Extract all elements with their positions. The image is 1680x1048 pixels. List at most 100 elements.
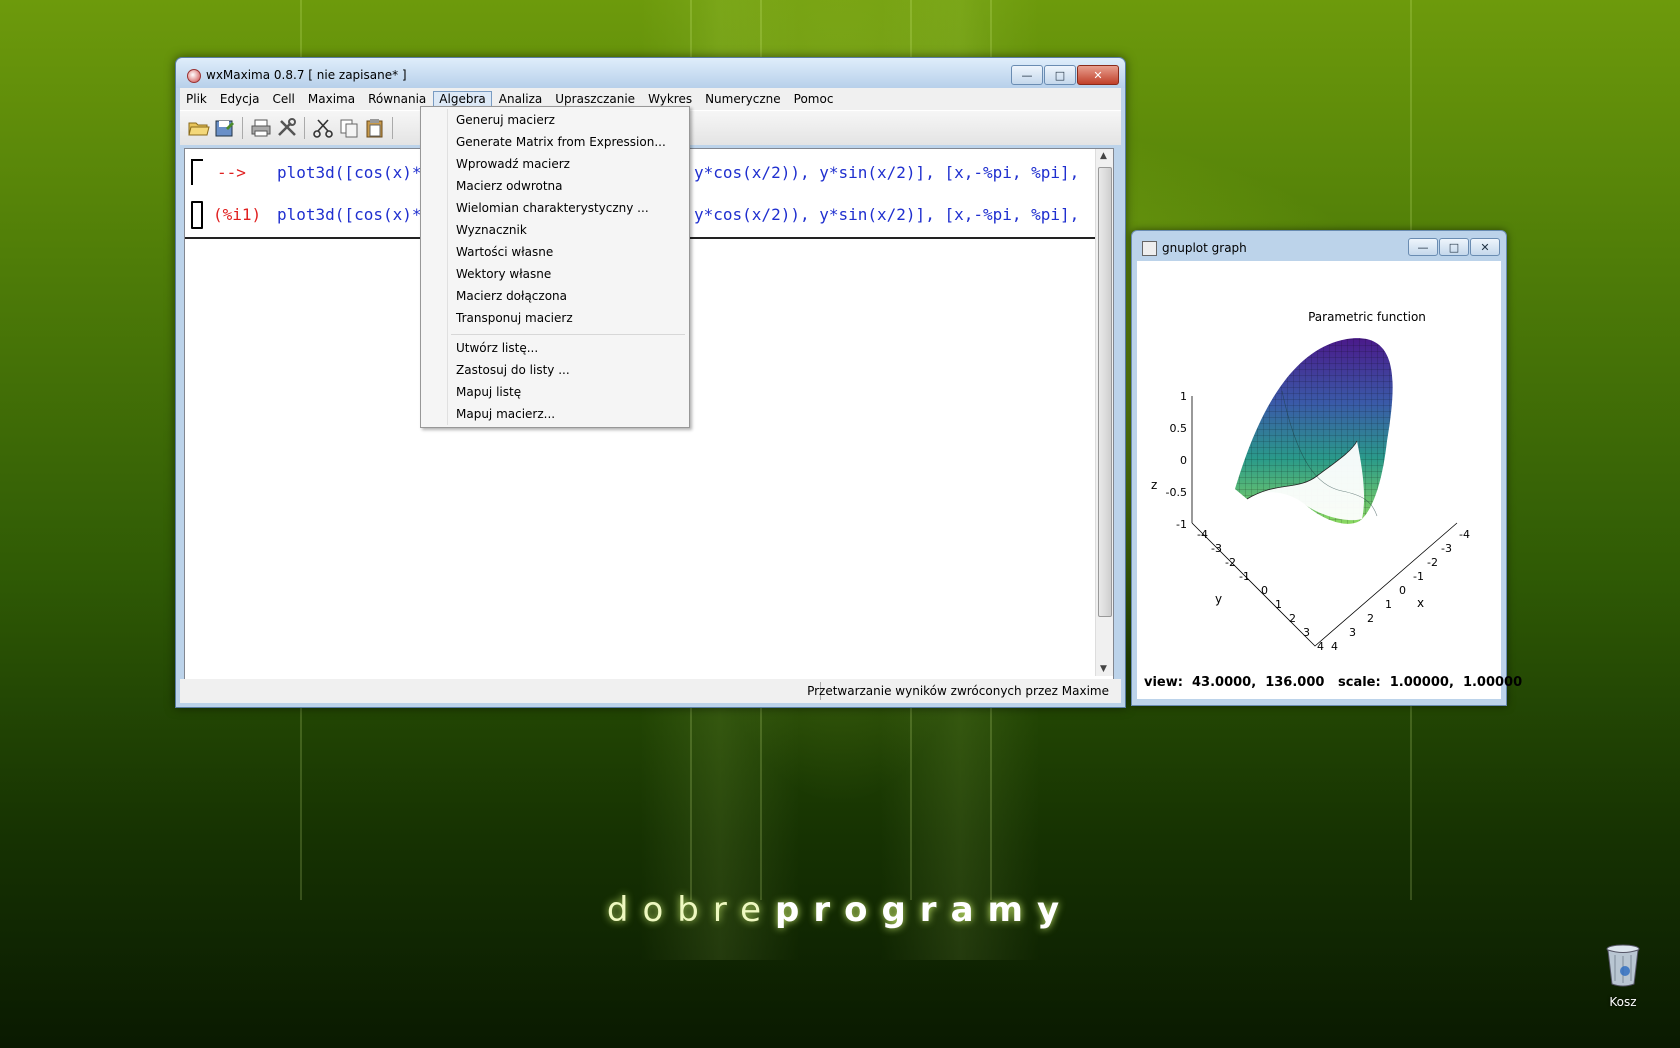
y-axis-label: y — [1215, 592, 1222, 606]
brand-logo: dobreprogramy — [0, 890, 1680, 930]
toolbar-separator — [392, 117, 393, 139]
cell-prompt: --> — [217, 163, 246, 182]
x-tick-label: -2 — [1427, 556, 1438, 569]
menu-item-wprowadz-macierz[interactable]: Wprowadź macierz — [456, 157, 570, 171]
cut-icon[interactable] — [312, 118, 334, 138]
y-tick-label: 2 — [1289, 612, 1296, 625]
gnuplot-maximize-button[interactable]: □ — [1439, 238, 1469, 256]
gnuplot-close-button[interactable]: ✕ — [1470, 238, 1500, 256]
menu-rownania[interactable]: Równania — [362, 91, 432, 107]
recycle-bin-label: Kosz — [1609, 995, 1637, 1009]
print-icon[interactable] — [250, 118, 272, 138]
axis-base — [1191, 522, 1458, 647]
x-tick-label: 3 — [1349, 626, 1356, 639]
menu-item-wyznacznik[interactable]: Wyznacznik — [456, 223, 527, 237]
chart-title: Parametric function — [1308, 310, 1426, 324]
x-tick-label: -1 — [1413, 570, 1424, 583]
window-title: wxMaxima 0.8.7 [ nie zapisane* ] — [206, 68, 407, 82]
menu-item-zastosuj-do-listy[interactable]: Zastosuj do listy ... — [456, 363, 570, 377]
menu-separator — [451, 334, 685, 335]
y-tick-label: 4 — [1317, 640, 1324, 653]
menu-edycja[interactable]: Edycja — [214, 91, 266, 107]
scroll-down-icon[interactable]: ▼ — [1100, 664, 1107, 674]
cell-code[interactable]: plot3d([cos(x)* — [277, 205, 422, 224]
menu-item-utworz-liste[interactable]: Utwórz listę... — [456, 341, 538, 355]
maximize-button[interactable]: □ — [1044, 65, 1076, 85]
z-axis-label: z — [1151, 478, 1157, 492]
cell-prompt: (%i1) — [213, 205, 262, 224]
vertical-scrollbar[interactable]: ▲ ▼ — [1095, 149, 1113, 676]
menu-upraszczanie[interactable]: Upraszczanie — [549, 91, 641, 107]
y-tick-label: -1 — [1239, 570, 1250, 583]
x-tick-label: -4 — [1459, 528, 1470, 541]
menu-algebra[interactable]: Algebra — [433, 91, 492, 107]
gnuplot-view-info: view: 43.0000, 136.000 scale: 1.00000, 1… — [1144, 675, 1523, 690]
menu-plik[interactable]: Plik — [180, 91, 213, 107]
paste-icon[interactable] — [364, 118, 386, 138]
toolbar-separator — [242, 117, 243, 139]
menu-item-macierz-odwrotna[interactable]: Macierz odwrotna — [456, 179, 563, 193]
minimize-button[interactable]: — — [1011, 65, 1043, 85]
z-tick-label: -0.5 — [1166, 486, 1187, 499]
wxmaxima-icon — [187, 69, 201, 83]
close-button[interactable]: ✕ — [1077, 65, 1119, 85]
menu-item-wartosci-wlasne[interactable]: Wartości własne — [456, 245, 553, 259]
gnuplot-icon — [1142, 241, 1157, 256]
status-text: Przetwarzanie wyników zwróconych przez M… — [807, 684, 1109, 698]
cell-code-continued[interactable]: y*cos(x/2)), y*sin(x/2)], [x,-%pi, %pi], — [694, 205, 1079, 224]
vertical-scroll-thumb[interactable] — [1098, 167, 1112, 617]
copy-icon[interactable] — [338, 118, 360, 138]
x-tick-label: 1 — [1385, 598, 1392, 611]
y-tick-label: -4 — [1197, 528, 1208, 541]
x-tick-label: 0 — [1399, 584, 1406, 597]
y-tick-label: 0 — [1261, 584, 1268, 597]
menu-maxima[interactable]: Maxima — [302, 91, 361, 107]
brand-light: dobre — [606, 890, 775, 930]
brand-bold: programy — [775, 890, 1074, 930]
recycle-bin-icon[interactable] — [1605, 943, 1641, 987]
z-tick-label: 0 — [1180, 454, 1187, 467]
settings-icon[interactable] — [276, 118, 298, 138]
y-tick-label: -3 — [1211, 542, 1222, 555]
menu-analiza[interactable]: Analiza — [493, 91, 549, 107]
menu-wykres[interactable]: Wykres — [642, 91, 698, 107]
cell-code-continued[interactable]: y*cos(x/2)), y*sin(x/2)], [x,-%pi, %pi], — [694, 163, 1079, 182]
menu-numeryczne[interactable]: Numeryczne — [699, 91, 787, 107]
x-tick-label: 4 — [1331, 640, 1338, 653]
gnuplot-window: gnuplot graph — □ ✕ Parametric function — [1131, 230, 1522, 706]
status-bar: Przetwarzanie wyników zwróconych przez M… — [180, 679, 1121, 703]
title-bar[interactable]: wxMaxima 0.8.7 [ nie zapisane* ] — □ ✕ — [176, 58, 1125, 88]
menu-item-generate-matrix-from-expression[interactable]: Generate Matrix from Expression... — [456, 135, 666, 149]
mobius-plot: Parametric function 1 0.5 0 -0.5 -1 z -4… — [1151, 310, 1470, 653]
y-tick-label: 3 — [1303, 626, 1310, 639]
x-axis-label: x — [1417, 596, 1424, 610]
mobius-surface — [1235, 338, 1393, 524]
menu-cell[interactable]: Cell — [266, 91, 300, 107]
gnuplot-minimize-button[interactable]: — — [1408, 238, 1438, 256]
cell-code[interactable]: plot3d([cos(x)* — [277, 163, 422, 182]
z-tick-label: 1 — [1180, 390, 1187, 403]
menu-item-mapuj-liste[interactable]: Mapuj listę — [456, 385, 521, 399]
scroll-up-icon[interactable]: ▲ — [1100, 151, 1107, 161]
x-tick-label: -3 — [1441, 542, 1452, 555]
z-tick-label: -1 — [1176, 518, 1187, 531]
menu-pomoc[interactable]: Pomoc — [788, 91, 840, 107]
toolbar-separator — [304, 117, 305, 139]
open-icon[interactable] — [188, 118, 210, 138]
menu-item-macierz-dolaczona[interactable]: Macierz dołączona — [456, 289, 567, 303]
gnuplot-canvas[interactable]: Parametric function 1 0.5 0 -0.5 -1 z -4… — [1137, 261, 1522, 699]
menu-item-mapuj-macierz[interactable]: Mapuj macierz... — [456, 407, 555, 421]
algebra-menu-dropdown: Generuj macierz Generate Matrix from Exp… — [420, 106, 690, 428]
y-tick-label: -2 — [1225, 556, 1236, 569]
gnuplot-title: gnuplot graph — [1162, 241, 1247, 255]
menu-item-transponuj-macierz[interactable]: Transponuj macierz — [456, 311, 573, 325]
menu-item-wektory-wlasne[interactable]: Wektory własne — [456, 267, 551, 281]
save-icon[interactable] — [214, 118, 236, 138]
y-tick-label: 1 — [1275, 598, 1282, 611]
menu-item-generuj-macierz[interactable]: Generuj macierz — [456, 113, 555, 127]
cell-bracket[interactable] — [191, 201, 203, 229]
menu-item-wielomian-charakterystyczny[interactable]: Wielomian charakterystyczny ... — [456, 201, 649, 215]
z-tick-label: 0.5 — [1170, 422, 1188, 435]
x-tick-label: 2 — [1367, 612, 1374, 625]
cell-bracket[interactable] — [191, 159, 203, 185]
